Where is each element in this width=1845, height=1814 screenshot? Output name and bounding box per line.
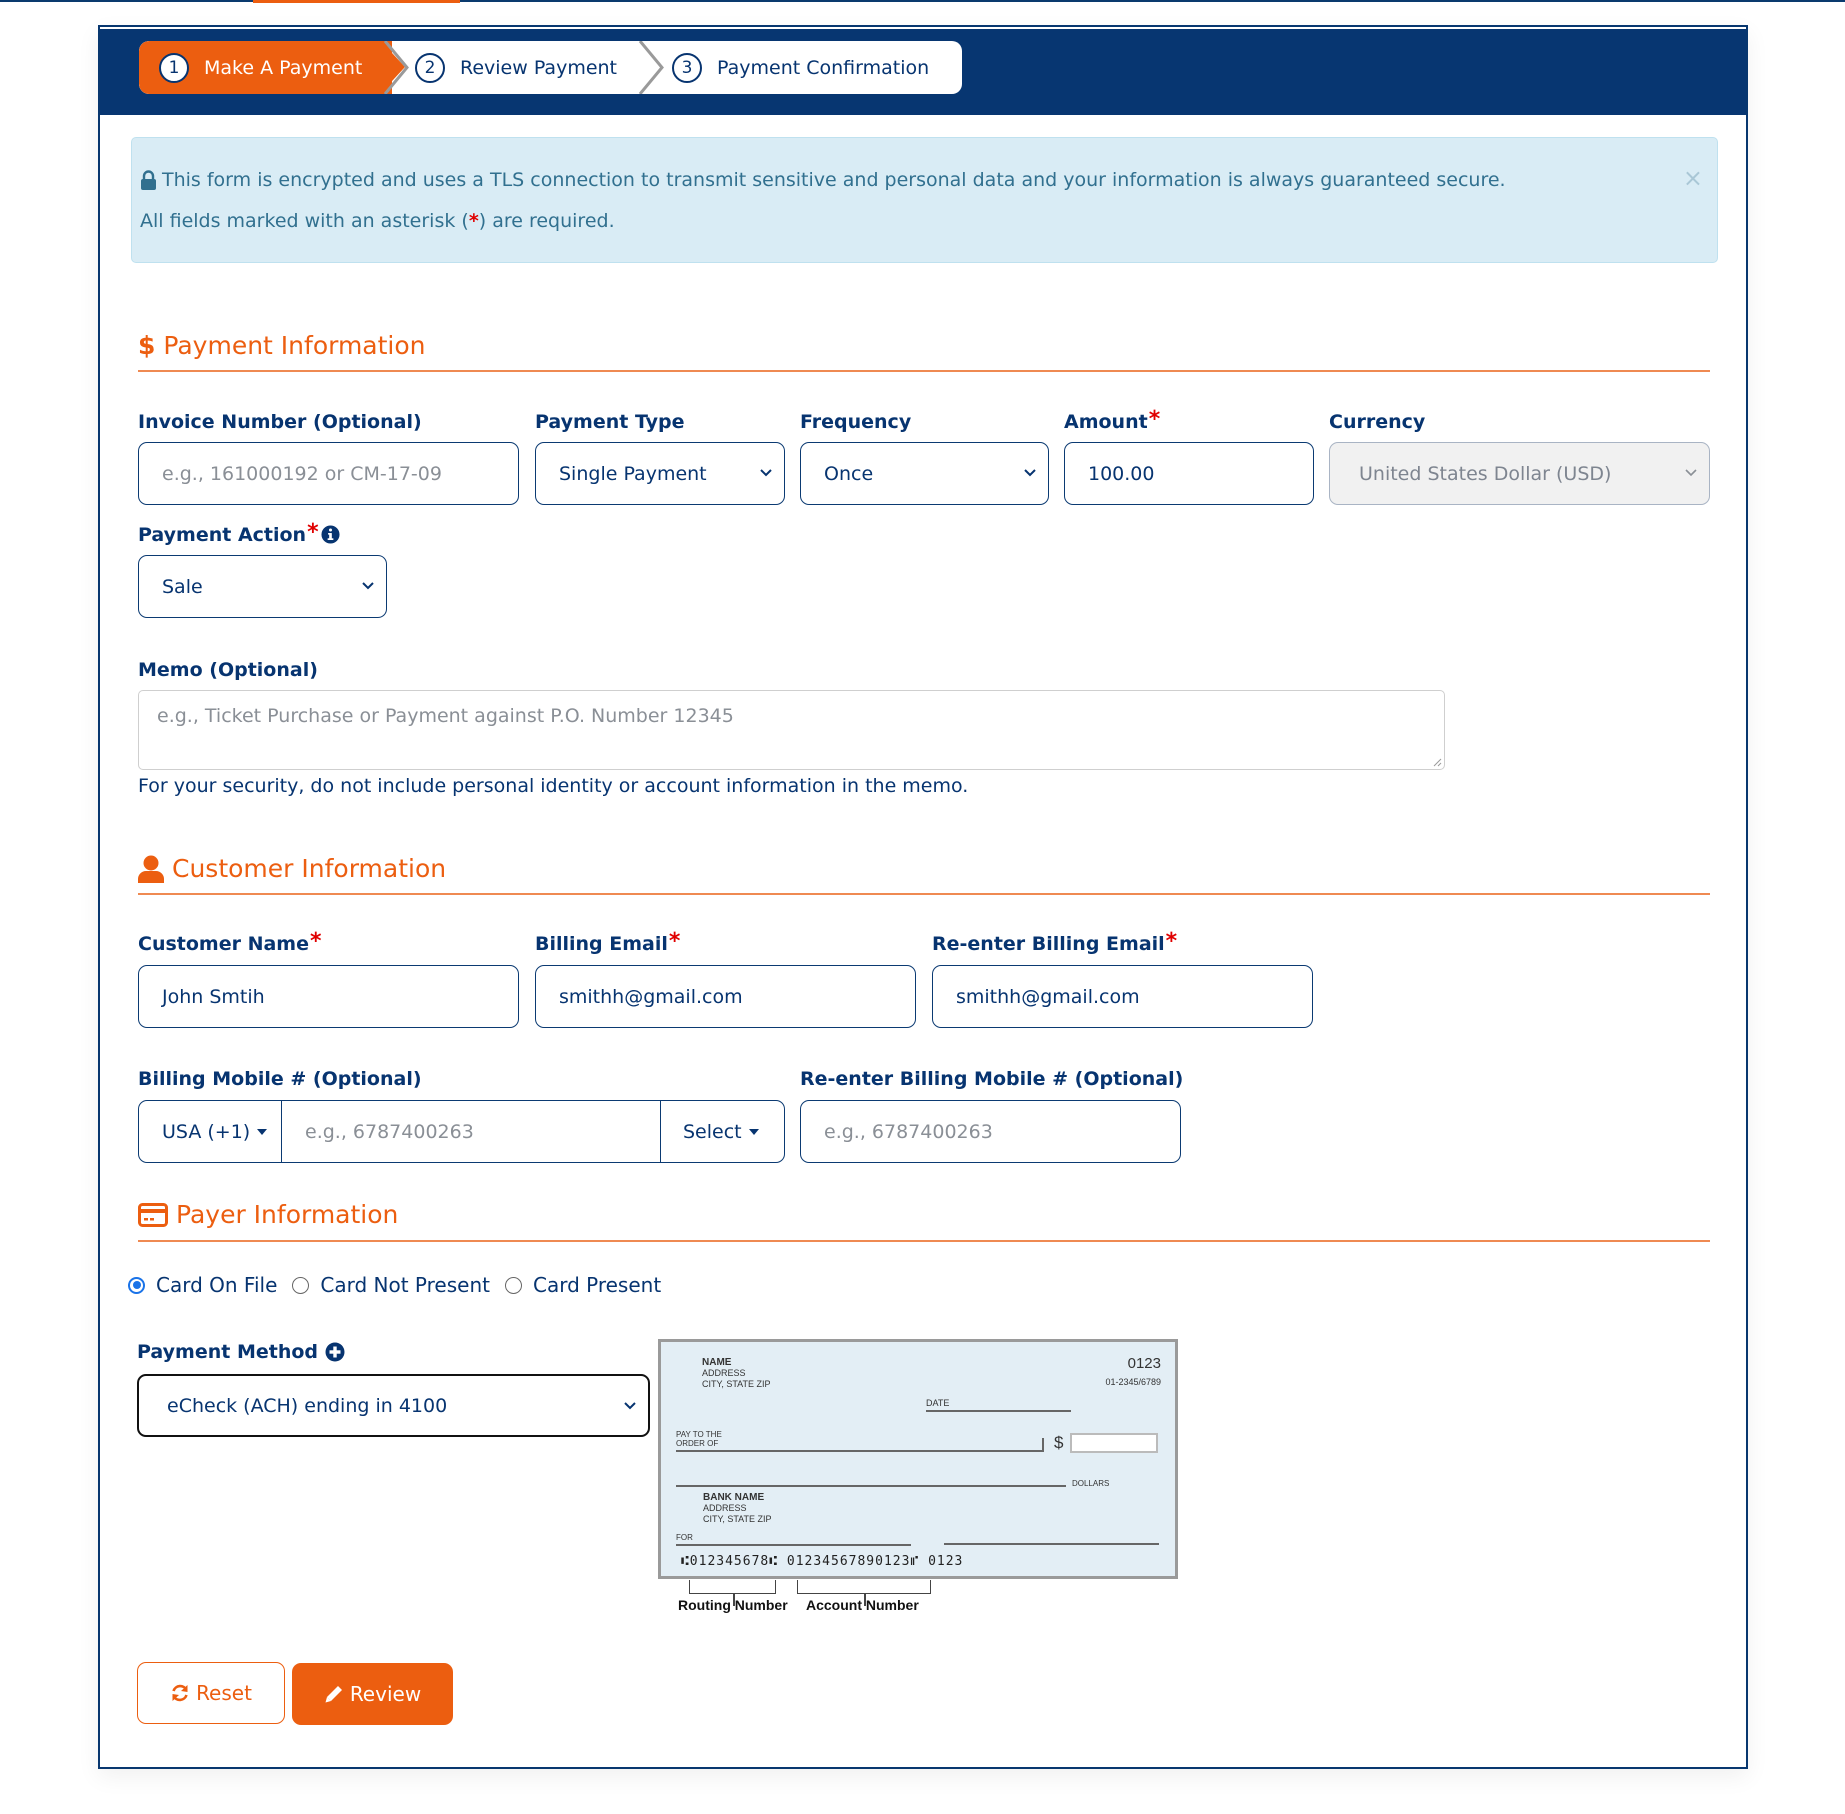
frequency-select[interactable]: Once xyxy=(800,442,1049,505)
chevron-down-icon xyxy=(624,1402,636,1410)
pencil-icon xyxy=(325,1686,342,1703)
micr-line: ⑆012345678⑆ 01234567890123⑈ 0123 xyxy=(681,1554,964,1569)
payment-action-label: Payment Action * xyxy=(138,522,340,546)
chevron-down-icon xyxy=(1685,469,1697,477)
step-payment-confirmation[interactable]: 3 Payment Confirmation xyxy=(672,41,929,94)
customer-name-label: Customer Name * xyxy=(138,929,322,956)
billing-mobile-label: Billing Mobile # (Optional) xyxy=(138,1068,422,1090)
step-label: Review Payment xyxy=(460,56,618,79)
alert-required-text: All fields marked with an asterisk (*) a… xyxy=(140,210,615,232)
progress-stepper: 1 Make A Payment 2 Review Payment 3 Paym… xyxy=(139,41,962,94)
chevron-separator-icon xyxy=(638,41,664,94)
payment-method-select[interactable]: eCheck (ACH) ending in 4100 xyxy=(137,1374,650,1437)
reenter-mobile-input[interactable]: e.g., 6787400263 xyxy=(800,1100,1181,1163)
step-label: Make A Payment xyxy=(204,56,363,79)
payer-mode-radio-group: Card On File Card Not Present Card Prese… xyxy=(128,1273,676,1297)
currency-select[interactable]: United States Dollar (USD) xyxy=(1329,442,1710,505)
customer-info-heading: Customer Information xyxy=(138,854,446,883)
caret-down-icon xyxy=(748,1128,759,1135)
radio-button[interactable] xyxy=(128,1276,145,1294)
chevron-down-icon xyxy=(362,582,374,590)
radio-button[interactable] xyxy=(504,1276,522,1294)
credit-card-icon xyxy=(138,1202,168,1227)
alert-security-text: This form is encrypted and uses a TLS co… xyxy=(162,169,1506,191)
chevron-down-icon xyxy=(760,469,772,477)
amount-label: Amount * xyxy=(1064,407,1161,434)
invoice-label: Invoice Number (Optional) xyxy=(138,411,422,433)
payment-type-label: Payment Type xyxy=(535,411,685,433)
step-label: Payment Confirmation xyxy=(717,56,930,79)
section-divider xyxy=(138,370,1710,372)
routing-number-label: Routing Number xyxy=(678,1597,788,1613)
chevron-separator-icon xyxy=(383,41,409,94)
account-number-label: Account Number xyxy=(806,1597,919,1613)
reenter-email-input[interactable]: smithh@gmail.com xyxy=(932,965,1313,1028)
step-make-payment[interactable]: 1 Make A Payment xyxy=(139,41,392,94)
radio-card-on-file[interactable]: Card On File xyxy=(128,1273,277,1297)
frequency-label: Frequency xyxy=(800,411,912,433)
carrier-dropdown[interactable]: Select xyxy=(661,1101,784,1162)
reenter-mobile-label: Re-enter Billing Mobile # (Optional) xyxy=(800,1068,1184,1090)
step-review-payment[interactable]: 2 Review Payment xyxy=(415,41,617,94)
country-code-dropdown[interactable]: USA (+1) xyxy=(139,1101,282,1162)
customer-name-input[interactable]: John Smtih xyxy=(138,965,519,1028)
security-alert: This form is encrypted and uses a TLS co… xyxy=(131,137,1718,263)
step-number: 3 xyxy=(672,52,702,83)
step-number: 1 xyxy=(159,52,189,83)
invoice-number-input[interactable]: e.g., 161000192 or CM-17-09 xyxy=(138,442,519,505)
amount-input[interactable]: 100.00 xyxy=(1064,442,1314,505)
radio-card-not-present[interactable]: Card Not Present xyxy=(292,1273,490,1297)
header-band: 1 Make A Payment 2 Review Payment 3 Paym… xyxy=(100,27,1746,115)
add-payment-method-icon[interactable] xyxy=(325,1342,345,1362)
dollar-icon: $ xyxy=(138,331,156,360)
resize-handle-icon[interactable] xyxy=(1432,757,1442,767)
review-button[interactable]: Review xyxy=(292,1663,453,1725)
billing-mobile-group: USA (+1) e.g., 6787400263 Select xyxy=(138,1100,785,1163)
currency-label: Currency xyxy=(1329,411,1426,433)
account-bracket xyxy=(797,1580,931,1594)
info-icon[interactable] xyxy=(321,525,340,544)
payment-type-select[interactable]: Single Payment xyxy=(535,442,785,505)
close-icon[interactable]: × xyxy=(1683,164,1703,192)
reset-button[interactable]: Reset xyxy=(137,1662,285,1724)
caret-down-icon xyxy=(257,1128,268,1135)
payment-method-label: Payment Method xyxy=(137,1341,345,1363)
user-icon xyxy=(138,855,164,883)
refresh-icon xyxy=(172,1684,188,1702)
check-illustration: NAME ADDRESS CITY, STATE ZIP 0123 01-234… xyxy=(658,1339,1178,1579)
payer-info-heading: Payer Information xyxy=(138,1200,398,1229)
section-divider xyxy=(138,893,1710,895)
lock-icon xyxy=(141,170,156,190)
payment-action-select[interactable]: Sale xyxy=(138,555,387,618)
chevron-down-icon xyxy=(1024,469,1036,477)
top-border-accent xyxy=(253,0,460,3)
billing-email-label: Billing Email * xyxy=(535,929,681,956)
memo-label: Memo (Optional) xyxy=(138,659,318,681)
billing-mobile-input[interactable]: e.g., 6787400263 xyxy=(282,1101,661,1162)
section-divider xyxy=(138,1240,1710,1242)
reenter-email-label: Re-enter Billing Email * xyxy=(932,929,1178,956)
memo-textarea[interactable]: e.g., Ticket Purchase or Payment against… xyxy=(138,690,1445,770)
routing-bracket xyxy=(689,1580,776,1594)
billing-email-input[interactable]: smithh@gmail.com xyxy=(535,965,916,1028)
memo-help-text: For your security, do not include person… xyxy=(138,775,969,797)
step-number: 2 xyxy=(415,52,445,83)
check-amount-box xyxy=(1070,1433,1158,1453)
radio-card-present[interactable]: Card Present xyxy=(504,1273,661,1297)
radio-button[interactable] xyxy=(292,1276,310,1294)
payment-info-heading: $ Payment Information xyxy=(138,331,426,360)
